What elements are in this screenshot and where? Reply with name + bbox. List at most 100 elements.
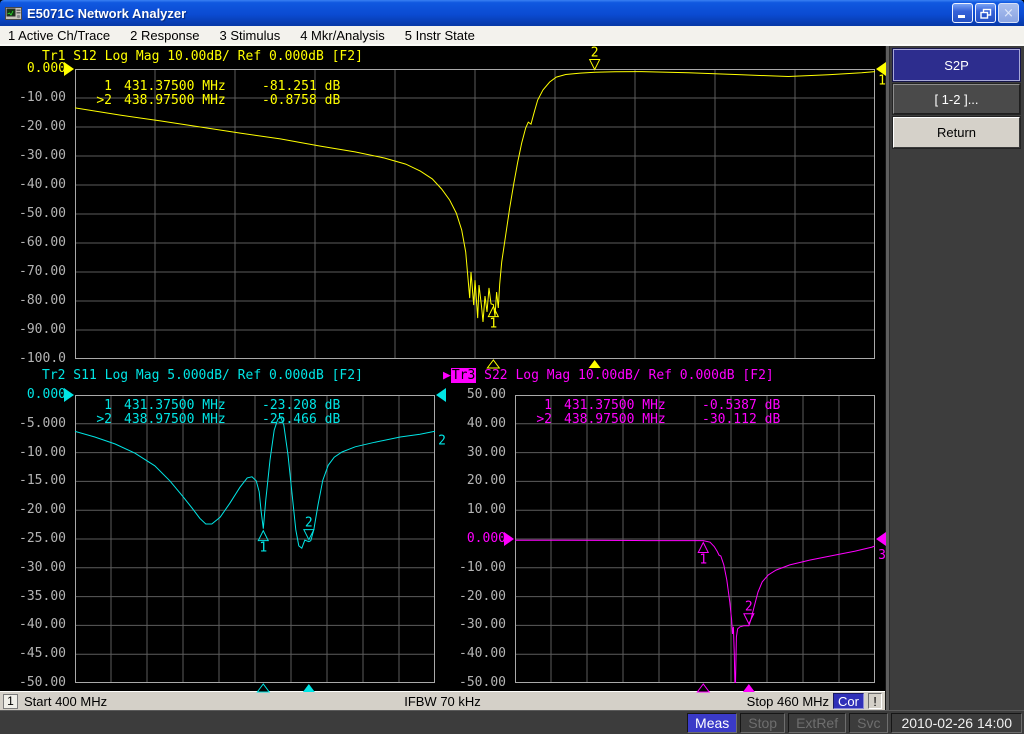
datetime-display: 2010-02-26 14:00 — [891, 713, 1022, 733]
y-axis-label: -15.00 — [11, 473, 66, 489]
marker-readout-cell: 438.97500 MHz — [112, 94, 256, 108]
y-axis-label: -100.0 — [11, 351, 66, 367]
stop-frequency: Stop 460 MHz — [747, 694, 829, 709]
y-axis-label: -40.00 — [451, 646, 506, 662]
marker-readout-row: 1431.37500 MHz-23.208 dB — [86, 399, 340, 413]
y-axis-label: -30.00 — [11, 560, 66, 576]
y-axis-label: -35.00 — [11, 589, 66, 605]
tr3-header: ▶Tr3 S22 Log Mag 10.00dB/ Ref 0.000dB [F… — [443, 368, 774, 384]
close-button[interactable]: × — [998, 3, 1019, 23]
correction-badge: Cor — [833, 693, 864, 709]
menu-active-ch-trace[interactable]: 1 Active Ch/Trace — [8, 28, 110, 43]
y-axis-label: -90.00 — [11, 322, 66, 338]
marker-readout-cell: 438.97500 MHz — [552, 413, 696, 427]
marker-readout-row: >2438.97500 MHz-25.466 dB — [86, 413, 340, 427]
y-axis-label: -20.00 — [11, 119, 66, 135]
marker-readout-cell: >2 — [86, 94, 112, 108]
marker-readout-cell: -25.466 dB — [256, 413, 340, 427]
marker-readout-row: >2438.97500 MHz-30.112 dB — [526, 413, 780, 427]
close-icon: × — [1003, 6, 1014, 21]
window-titlebar: E5071C Network Analyzer × — [0, 0, 1024, 26]
y-axis-label: -30.00 — [11, 148, 66, 164]
ref-level-label: 0.000 — [451, 531, 506, 547]
tr2-s11-plot — [75, 395, 435, 683]
marker-readout-cell: -0.5387 dB — [696, 399, 780, 413]
y-axis-label: -45.00 — [11, 646, 66, 662]
softkey-return[interactable]: Return — [893, 117, 1020, 148]
tr3-scale-label: S22 Log Mag 10.00dB/ Ref 0.000dB [F2] — [476, 368, 773, 383]
tr2-trace-label[interactable]: Tr2 — [42, 368, 65, 383]
softkey-scroll-strip — [886, 46, 890, 710]
y-axis-label: 40.00 — [451, 416, 506, 432]
y-axis-label: -10.00 — [451, 560, 506, 576]
svc-status-badge: Svc — [849, 713, 888, 733]
marker-readout-cell: 438.97500 MHz — [112, 413, 256, 427]
marker-readout-row: 1431.37500 MHz-0.5387 dB — [526, 399, 780, 413]
restore-icon — [980, 8, 992, 19]
y-axis-label: -80.00 — [11, 293, 66, 309]
y-axis-label: -10.00 — [11, 445, 66, 461]
menu-response[interactable]: 2 Response — [130, 28, 199, 43]
softkey-s2p[interactable]: S2P — [893, 49, 1020, 81]
stimulus-status-bar: 1 Start 400 MHz IFBW 70 kHz Stop 460 MHz… — [0, 691, 885, 710]
y-axis-label: -10.00 — [11, 90, 66, 106]
y-axis-label: -40.00 — [11, 177, 66, 193]
y-axis-label: 30.00 — [451, 445, 506, 461]
ref-level-label: 0.000 — [11, 387, 66, 403]
marker-readout-cell: >2 — [86, 413, 112, 427]
alert-badge: ! — [868, 693, 882, 709]
menu-stimulus[interactable]: 3 Stimulus — [220, 28, 281, 43]
tr1-marker-readout: 1431.37500 MHz-81.251 dB>2438.97500 MHz-… — [86, 80, 340, 108]
tr1-s12-plot — [75, 69, 875, 359]
y-axis-label: -50.00 — [11, 675, 66, 691]
menu-instr-state[interactable]: 5 Instr State — [405, 28, 475, 43]
extref-status-badge: ExtRef — [788, 713, 846, 733]
tr2-header: Tr2 S11 Log Mag 5.000dB/ Ref 0.000dB [F2… — [42, 368, 363, 384]
marker-readout-cell: -0.8758 dB — [256, 94, 340, 108]
tr3-trace-label[interactable]: Tr3 — [451, 368, 476, 383]
marker-readout-cell: -81.251 dB — [256, 80, 340, 94]
tr1-header: Tr1 S12 Log Mag 10.00dB/ Ref 0.000dB [F2… — [42, 49, 363, 65]
y-axis-label: -30.00 — [451, 617, 506, 633]
analyzer-app-icon — [5, 5, 22, 22]
start-frequency: Start 400 MHz — [24, 694, 107, 709]
tr3-marker-readout: 1431.37500 MHz-0.5387 dB>2438.97500 MHz-… — [526, 399, 780, 427]
meas-status-badge: Meas — [687, 713, 737, 733]
y-axis-label: -50.00 — [11, 206, 66, 222]
tr2-scale-label: S11 Log Mag 5.000dB/ Ref 0.000dB [F2] — [65, 368, 362, 383]
marker-readout-cell: 1 — [86, 399, 112, 413]
marker-readout-cell: 431.37500 MHz — [552, 399, 696, 413]
tr2-marker-readout: 1431.37500 MHz-23.208 dB>2438.97500 MHz-… — [86, 399, 340, 427]
minimize-icon — [957, 8, 968, 19]
minimize-button[interactable] — [952, 3, 973, 23]
softkey-1-2[interactable]: [ 1-2 ]... — [893, 84, 1020, 114]
system-status-bar: Meas Stop ExtRef Svc 2010-02-26 14:00 — [0, 710, 1024, 734]
y-axis-label: -5.000 — [11, 416, 66, 432]
restore-button[interactable] — [975, 3, 996, 23]
y-axis-label: -50.00 — [451, 675, 506, 691]
menu-mkr-analysis[interactable]: 4 Mkr/Analysis — [300, 28, 385, 43]
marker-readout-row: >2438.97500 MHz-0.8758 dB — [86, 94, 340, 108]
marker-readout-cell: -23.208 dB — [256, 399, 340, 413]
tr1-scale-label: S12 Log Mag 10.00dB/ Ref 0.000dB [F2] — [65, 49, 362, 64]
y-axis-label: -25.00 — [11, 531, 66, 547]
y-axis-label: -60.00 — [11, 235, 66, 251]
y-axis-label: -70.00 — [11, 264, 66, 280]
marker-readout-row: 1431.37500 MHz-81.251 dB — [86, 80, 340, 94]
tr3-active-indicator: ▶ — [443, 368, 451, 383]
stop-status-badge: Stop — [740, 713, 785, 733]
marker-readout-cell: -30.112 dB — [696, 413, 780, 427]
ref-level-label: 0.000 — [11, 61, 66, 77]
marker-readout-cell: 1 — [526, 399, 552, 413]
y-axis-label: 50.00 — [451, 387, 506, 403]
y-axis-label: -20.00 — [11, 502, 66, 518]
marker-readout-cell: >2 — [526, 413, 552, 427]
menu-bar: 1 Active Ch/Trace 2 Response 3 Stimulus … — [0, 26, 1024, 46]
window-title: E5071C Network Analyzer — [27, 6, 952, 21]
y-axis-label: -20.00 — [451, 589, 506, 605]
tr3-s22-plot — [515, 395, 875, 683]
y-axis-label: 20.00 — [451, 473, 506, 489]
y-axis-label: -40.00 — [11, 617, 66, 633]
y-axis-label: 10.00 — [451, 502, 506, 518]
marker-readout-cell: 431.37500 MHz — [112, 80, 256, 94]
